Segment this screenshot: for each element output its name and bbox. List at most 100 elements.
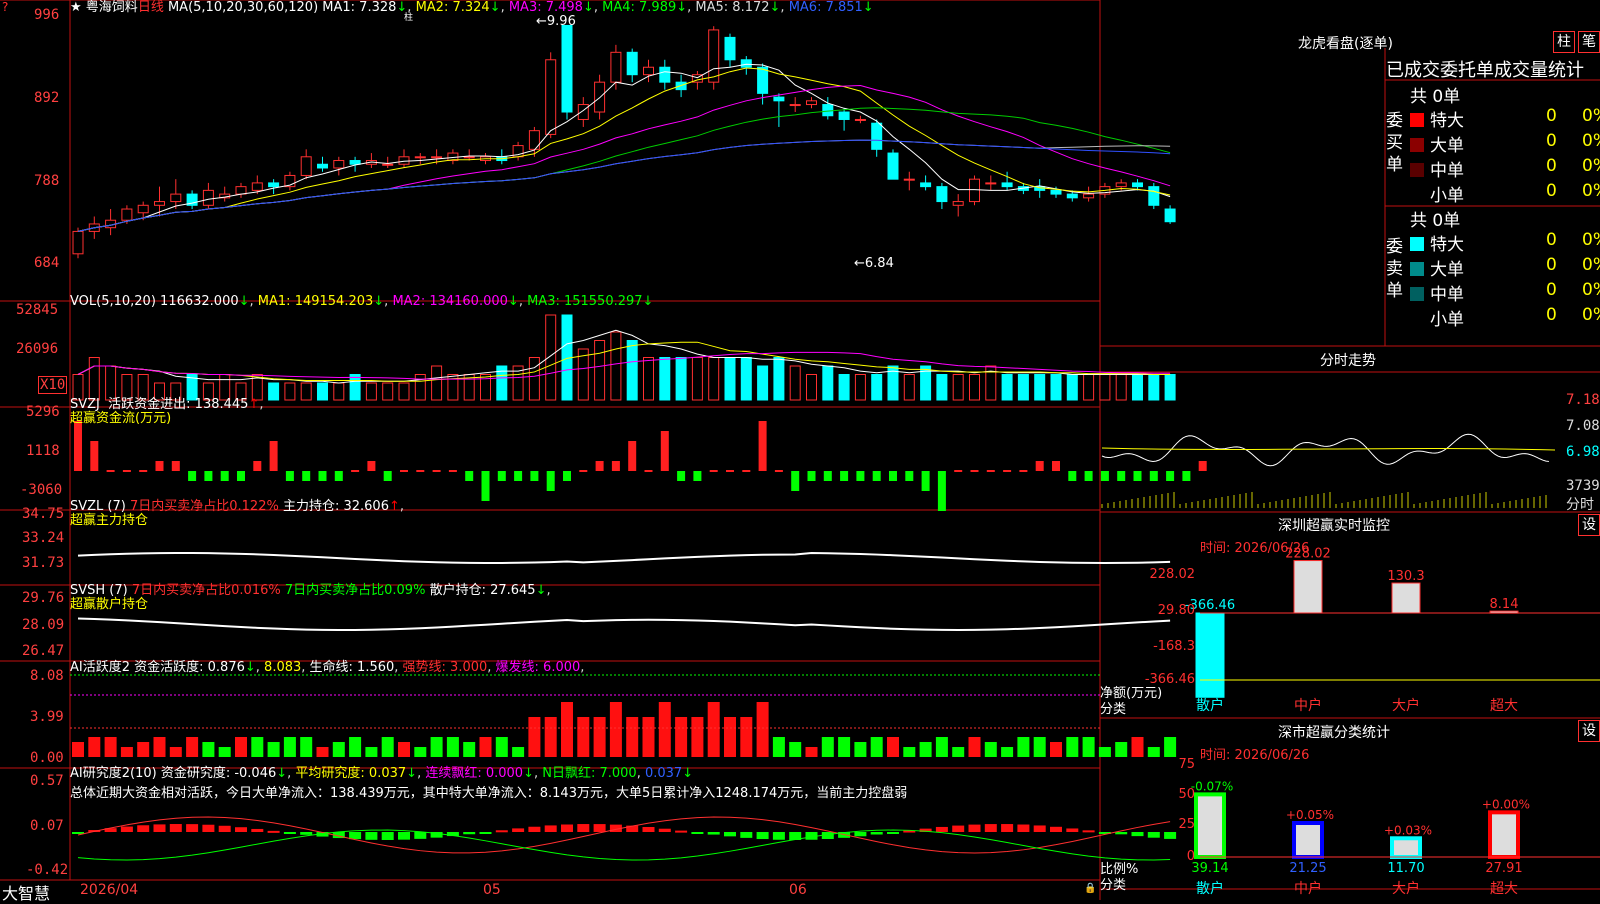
volume-bar xyxy=(1050,374,1062,401)
sz-monitor-settings-button[interactable]: 设 xyxy=(1578,514,1600,536)
volume-bar xyxy=(545,314,557,401)
axis-tick: 6.98 xyxy=(1566,444,1600,460)
intraday-title: 分时走势 xyxy=(1320,353,1376,369)
ai1-header: AI活跃度2 资金活跃度: 0.876↓, 8.083, 生命线: 1.560,… xyxy=(70,660,585,675)
fund-bar xyxy=(285,471,294,481)
axis-tick: 31.73 xyxy=(22,555,65,571)
order-row: 中单 0 0% xyxy=(1410,156,1600,181)
ma-line xyxy=(77,67,1171,232)
classify-bar xyxy=(1292,821,1324,859)
activity-bar xyxy=(463,742,476,757)
activity-bar xyxy=(903,747,916,757)
axis-tick: 892 xyxy=(34,90,60,106)
activity-bar xyxy=(153,737,166,757)
vol-ma1: MA1: 149154.203 xyxy=(257,294,374,309)
classify-bar xyxy=(1488,810,1520,859)
research-bar xyxy=(658,828,671,832)
tick-toggle-button[interactable]: 笔 xyxy=(1578,31,1600,53)
candle-body xyxy=(626,51,638,76)
period-label[interactable]: 日线 xyxy=(138,0,164,15)
question-icon[interactable]: ? xyxy=(2,0,8,14)
ma6-arrow: ↓ xyxy=(862,0,874,15)
fund-bar xyxy=(1100,471,1109,481)
candle-body xyxy=(463,156,475,159)
axis-tick: 75 xyxy=(1178,757,1195,772)
activity-bar xyxy=(561,702,573,757)
volume-bar xyxy=(1099,374,1111,401)
fund-bar xyxy=(74,421,82,471)
candle-body xyxy=(610,51,622,83)
research-bar xyxy=(707,832,720,835)
ma6-value: MA6: 7.851 xyxy=(788,0,863,15)
fund-bar xyxy=(1166,471,1175,481)
ai2-red: 连续飘红: 0.000 xyxy=(425,766,524,781)
fund-bar xyxy=(791,471,800,491)
research-bar xyxy=(218,825,231,832)
svsh-title: SVSH (7) xyxy=(70,583,128,598)
volume-bar xyxy=(806,374,817,401)
sz-classify-settings-button[interactable]: 设 xyxy=(1578,720,1600,742)
research-bar xyxy=(186,824,199,832)
axis-tick: 788 xyxy=(34,173,60,189)
vol-header: VOL(5,10,20) 116632.000↓, MA1: 149154.20… xyxy=(70,294,654,309)
vol-unit[interactable]: X10 xyxy=(38,376,68,394)
lock-icon[interactable]: 🔒 xyxy=(1084,883,1096,894)
volume-bar xyxy=(382,382,394,401)
activity-bar xyxy=(72,742,84,757)
volume-bar xyxy=(398,382,410,401)
classify-category: 超大 xyxy=(1490,881,1518,897)
classify-change: +0.00% xyxy=(1482,797,1530,811)
order-pct: 0% xyxy=(1582,106,1600,126)
fund-bar xyxy=(318,471,327,481)
activity-bar xyxy=(104,737,117,757)
volume-bar xyxy=(1017,374,1029,401)
order-row: 特大 0 0% xyxy=(1410,230,1600,255)
monitor-category: 大户 xyxy=(1392,697,1420,714)
candle-body xyxy=(1164,208,1176,223)
research-bar xyxy=(642,827,655,832)
svsh-holding: 散户持仓: 27.645 xyxy=(429,583,536,598)
color-swatch xyxy=(1410,138,1424,152)
activity-bar xyxy=(495,737,508,757)
research-bar xyxy=(675,830,688,833)
activity-bar xyxy=(235,737,247,757)
monitor-bar-label: 130.3 xyxy=(1387,569,1424,584)
app-brand[interactable]: 大智慧 xyxy=(2,880,50,904)
volume-bar xyxy=(105,365,117,401)
order-pct: 0% xyxy=(1582,305,1600,325)
candle-body xyxy=(659,66,671,83)
fund-bar xyxy=(954,470,963,472)
candle-body xyxy=(268,182,280,188)
order-value: 0 xyxy=(1546,181,1557,201)
pillar-toggle-button[interactable]: 柱 xyxy=(1553,31,1575,53)
fund-bar xyxy=(823,471,832,481)
axis-tick: 5296 xyxy=(26,404,60,420)
fund-bar xyxy=(611,461,620,471)
order-row: 大单 0 0% xyxy=(1410,255,1600,280)
stock-name[interactable]: 粤海饲料 xyxy=(86,0,138,15)
svzj-title: SVZJ xyxy=(70,397,100,412)
research-bar xyxy=(1050,826,1062,832)
svsh-subtitle: 超赢散户持仓 xyxy=(70,597,149,612)
candle-body xyxy=(1001,182,1013,188)
research-bar xyxy=(235,827,247,832)
volume-bar xyxy=(268,382,280,401)
ma2-arrow: ↓ xyxy=(489,0,501,15)
svzl-title: SVZL (7) xyxy=(70,499,126,514)
favorite-star-icon[interactable]: ★ xyxy=(70,0,82,15)
classify-change: +0.03% xyxy=(1384,823,1432,837)
candle-body xyxy=(72,230,84,255)
volume-bar xyxy=(1034,374,1046,401)
activity-bar xyxy=(169,747,182,757)
candle-body xyxy=(806,100,817,106)
fund-bar xyxy=(677,471,686,481)
fund-bar xyxy=(302,471,311,481)
classify-value: 11.70 xyxy=(1387,861,1424,876)
research-bar xyxy=(577,824,590,832)
kline-chart[interactable]: -366.46散户228.02中户130.3大户8.14超大228.0229.8… xyxy=(0,0,1600,900)
activity-bar xyxy=(805,747,818,757)
fund-bar xyxy=(1182,471,1191,481)
fund-bar xyxy=(514,471,523,481)
candle-body xyxy=(1050,189,1062,195)
activity-bar xyxy=(609,702,622,757)
